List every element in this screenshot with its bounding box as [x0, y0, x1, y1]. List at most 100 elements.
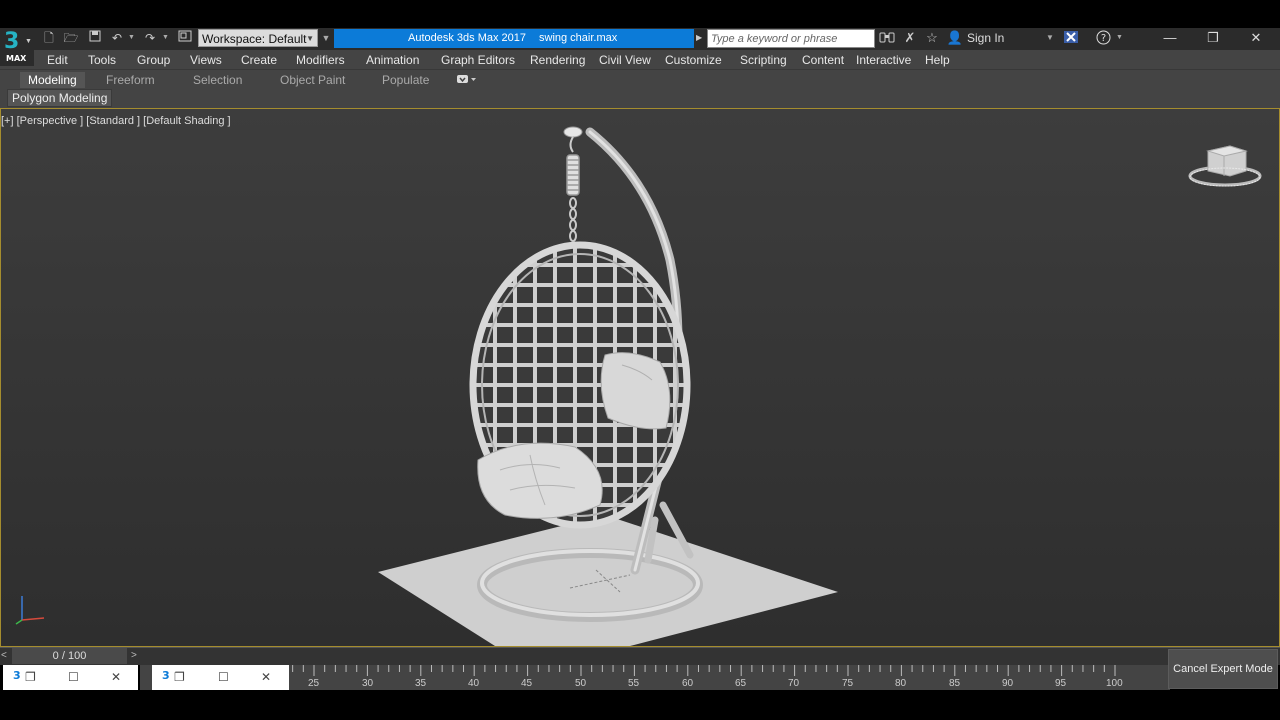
undo-icon[interactable]: ↶ [108, 30, 126, 46]
undo-dropdown-icon[interactable]: ▼ [128, 30, 136, 46]
previous-frame-icon[interactable]: < [1, 649, 7, 663]
tick-label: 100 [1106, 678, 1123, 689]
tab-populate[interactable]: Populate [382, 72, 429, 88]
viewcube-icon[interactable] [1188, 143, 1263, 191]
taskbar-thumb-2[interactable]: 3 ❐ ☐ ✕ [152, 665, 289, 690]
taskbar-thumb-1[interactable]: 3 ❐ ☐ ✕ [3, 665, 138, 690]
polygon-modeling-tab[interactable]: Polygon Modeling [7, 89, 113, 107]
file-title: swing chair.max [539, 32, 618, 44]
ribbon-subbar [0, 89, 1280, 109]
app-title: Autodesk 3ds Max 2017 [408, 32, 527, 44]
restore-icon[interactable]: ❐ [25, 669, 36, 685]
menu-create[interactable]: Create [241, 52, 277, 68]
frame-counter: 0 / 100 [52, 650, 87, 662]
tick-label: 60 [682, 678, 694, 689]
letterbox-bottom [0, 690, 1280, 720]
workspace-label: Workspace: Default [202, 32, 307, 46]
tick-label: 85 [949, 678, 961, 689]
help-dropdown-icon[interactable]: ▼ [1116, 30, 1124, 46]
tick-label: 35 [415, 678, 427, 689]
close-icon[interactable]: ✕ [261, 669, 271, 685]
search-expand-icon[interactable]: ▶ [696, 30, 702, 46]
sign-in-button[interactable]: Sign In [967, 30, 1004, 46]
hanger-spring [566, 154, 580, 196]
chevron-down-icon: ▼ [306, 34, 314, 43]
menu-views[interactable]: Views [190, 52, 222, 68]
workspace-select[interactable]: Workspace: Default ▼ [198, 29, 318, 47]
menu-civil-view[interactable]: Civil View [599, 52, 651, 68]
app-logo-text: MAX [6, 54, 27, 63]
app-logo-icon: 3 [162, 669, 170, 682]
search-input[interactable]: Type a keyword or phrase [707, 29, 875, 48]
hanger-hook [569, 136, 574, 153]
menu-scripting[interactable]: Scripting [740, 52, 787, 68]
maximize-icon[interactable]: ☐ [68, 669, 79, 685]
axis-tripod-icon [15, 596, 45, 625]
hanger-chain [569, 197, 577, 242]
tick-label: 40 [468, 678, 480, 689]
hanger-cap [563, 126, 583, 138]
menu-modifiers[interactable]: Modifiers [296, 52, 345, 68]
close-icon[interactable]: ✕ [1236, 28, 1276, 48]
app-logo-number: 3 [4, 29, 20, 54]
tick-label: 75 [842, 678, 854, 689]
tab-object-paint[interactable]: Object Paint [280, 72, 345, 88]
chevron-down-icon: ▼ [25, 38, 32, 45]
tick-label: 30 [362, 678, 374, 689]
menu-tools[interactable]: Tools [88, 52, 116, 68]
tick-label: 80 [895, 678, 907, 689]
maximize-icon[interactable]: ☐ [218, 669, 229, 685]
tick-label: 45 [521, 678, 533, 689]
new-file-icon[interactable]: 🗋 [40, 30, 58, 46]
tick-label: 65 [735, 678, 747, 689]
binoculars-icon[interactable] [878, 30, 896, 46]
tab-selection[interactable]: Selection [193, 72, 242, 88]
quick-access-customize-icon[interactable]: ▼ [320, 30, 332, 46]
seat-cushion [477, 442, 603, 519]
sign-in-dropdown-icon[interactable]: ▼ [1046, 30, 1054, 46]
subscription-center-icon[interactable]: ✗ [901, 30, 919, 46]
menu-group[interactable]: Group [137, 52, 170, 68]
menu-help[interactable]: Help [925, 52, 950, 68]
tab-freeform[interactable]: Freeform [106, 72, 155, 88]
exchange-apps-icon[interactable] [1062, 30, 1080, 46]
tick-label: 95 [1055, 678, 1067, 689]
back-cushion [600, 352, 671, 430]
tick-label: 70 [788, 678, 800, 689]
window-title: Autodesk 3ds Max 2017 swing chair.max [334, 29, 694, 48]
menu-content[interactable]: Content [802, 52, 844, 68]
cancel-expert-mode-button[interactable]: Cancel Expert Mode [1168, 649, 1278, 689]
restore-icon[interactable]: ❐ [1193, 28, 1233, 48]
viewport-label-menu[interactable]: [+] [Perspective ] [Standard ] [Default … [1, 114, 231, 128]
user-icon[interactable]: 👤 [946, 30, 964, 46]
redo-dropdown-icon[interactable]: ▼ [162, 30, 170, 46]
redo-icon[interactable]: ↷ [141, 30, 159, 46]
letterbox-top [0, 0, 1280, 28]
close-icon[interactable]: ✕ [111, 669, 121, 685]
menu-interactive[interactable]: Interactive [856, 52, 911, 68]
menu-rendering[interactable]: Rendering [530, 52, 585, 68]
project-folder-icon[interactable] [176, 30, 194, 46]
help-icon[interactable]: ? [1094, 30, 1112, 46]
app-menu-button[interactable]: 3 MAX ▼ [0, 28, 34, 66]
time-slider[interactable]: 0 / 100 [12, 648, 127, 664]
time-slider-bar [0, 647, 1280, 665]
tab-modeling[interactable]: Modeling [20, 72, 85, 90]
next-frame-icon[interactable]: > [131, 649, 137, 663]
menu-graph-editors[interactable]: Graph Editors [441, 52, 515, 68]
minimize-icon[interactable]: — [1150, 28, 1190, 48]
tick-label: 90 [1002, 678, 1014, 689]
tick-label: 55 [628, 678, 640, 689]
menu-edit[interactable]: Edit [47, 52, 68, 68]
save-icon[interactable] [86, 30, 104, 46]
viewport-scene [378, 126, 838, 646]
favorites-star-icon[interactable]: ☆ [923, 30, 941, 46]
menu-animation[interactable]: Animation [366, 52, 419, 68]
app-logo-icon: 3 [13, 669, 21, 682]
ribbon-options-icon[interactable] [456, 73, 478, 85]
tick-label: 25 [308, 678, 320, 689]
open-file-icon[interactable]: 🗁 [62, 30, 80, 46]
svg-text:?: ? [1100, 33, 1105, 44]
menu-customize[interactable]: Customize [665, 52, 722, 68]
restore-icon[interactable]: ❐ [174, 669, 185, 685]
